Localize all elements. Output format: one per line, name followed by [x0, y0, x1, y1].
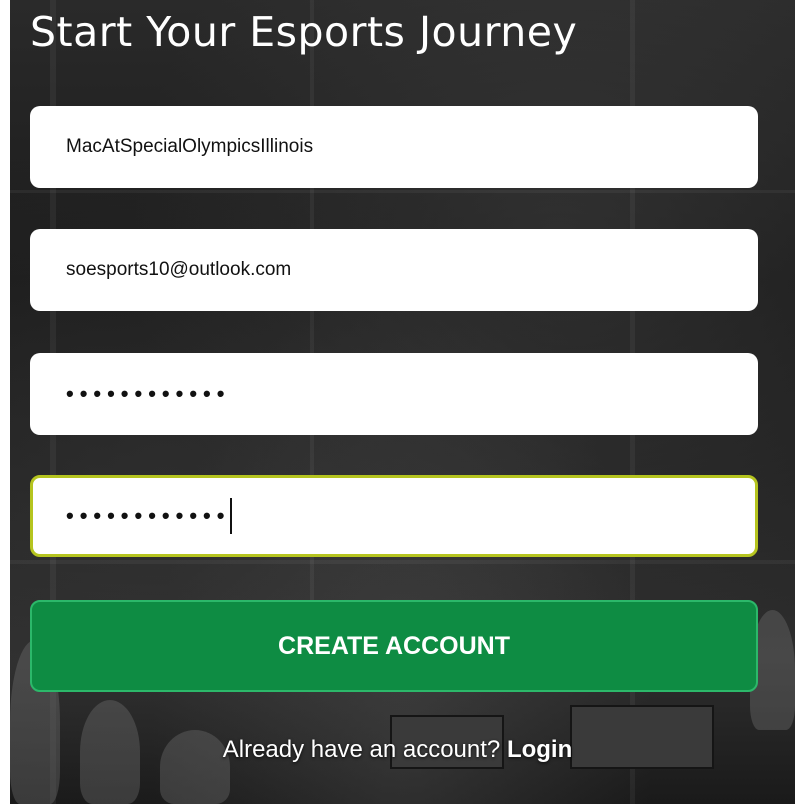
text-caret — [230, 498, 233, 534]
login-prompt-row: Already have an account? Login — [0, 736, 795, 764]
confirm-password-value: •••••••••••• — [66, 503, 231, 528]
password-input[interactable]: •••••••••••• — [30, 353, 758, 435]
login-prompt-text: Already have an account? — [222, 736, 501, 763]
username-input[interactable]: MacAtSpecialOlympicsIllinois — [30, 106, 758, 188]
create-account-button[interactable]: CREATE ACCOUNT — [30, 600, 758, 692]
signup-page: Start Your Esports Journey MacAtSpecialO… — [0, 0, 795, 804]
email-input[interactable]: soesports10@outlook.com — [30, 229, 758, 311]
login-link[interactable]: Login — [507, 736, 572, 763]
password-value: •••••••••••• — [66, 381, 231, 406]
email-value: soesports10@outlook.com — [66, 259, 292, 280]
page-title: Start Your Esports Journey — [30, 8, 578, 56]
username-value: MacAtSpecialOlympicsIllinois — [66, 136, 314, 157]
confirm-password-input[interactable]: •••••••••••• — [30, 475, 758, 557]
